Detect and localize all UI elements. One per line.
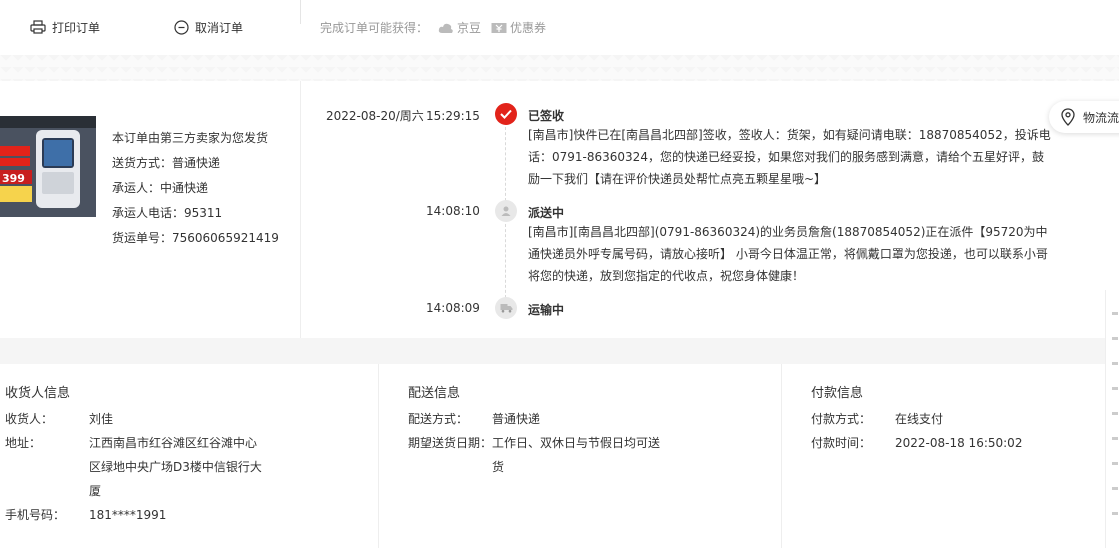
payment-method-row: 付款方式： 在线支付: [811, 407, 943, 431]
receiver-info: 收货人信息 收货人： 刘佳 地址： 江西南昌市红谷滩区红谷滩中心 区绿地中央广场…: [0, 364, 378, 548]
address-line: 江西南昌市红谷滩区红谷滩中心: [89, 436, 258, 450]
air-cooler-product-image: 399: [0, 116, 96, 217]
address-line: 区绿地中央广场D3楼中信银行大: [89, 460, 262, 474]
payment-time-row: 付款时间： 2022-08-18 16:50:02: [811, 431, 1022, 455]
payment-info: 付款信息 付款方式： 在线支付 付款时间： 2022-08-18 16:50:0…: [781, 364, 1119, 548]
ship-method: 送货方式：普通快递: [112, 156, 221, 170]
receiver-title: 收货人信息: [5, 386, 71, 401]
receiver-phone: 181****1991: [89, 508, 167, 522]
cancel-order-label: 取消订单: [195, 20, 244, 35]
timeline-connector: [505, 127, 506, 201]
carrier: 承运人：中通快递: [112, 181, 209, 195]
receiver-name-row: 收货人： 刘佳: [5, 407, 113, 431]
shipping-details: 本订单由第三方卖家为您发货 送货方式：普通快递 承运人：中通快递 承运人电话：9…: [112, 126, 279, 251]
courier-icon: [495, 200, 517, 222]
event-description: [南昌市]快件已在[南昌昌北四部]签收，签收人：货架，如有疑问请电联：18870…: [528, 128, 1051, 186]
svg-text:399: 399: [2, 172, 25, 185]
delivery-info: 配送信息 配送方式： 普通快递 期望送货日期： 工作日、双休日与节假日均可送 货: [378, 364, 781, 548]
payment-time: 2022-08-18 16:50:02: [895, 436, 1023, 450]
payment-method: 在线支付: [895, 412, 944, 426]
event-time: 14:08:10: [426, 204, 480, 218]
print-order-button[interactable]: 打印订单: [30, 18, 100, 36]
address-line: 厦: [89, 484, 102, 498]
receiver-address: 江西南昌市红谷滩区红谷滩中心 区绿地中央广场D3楼中信银行大 厦: [89, 431, 262, 503]
delivery-title: 配送信息: [408, 386, 461, 401]
divider: [300, 0, 301, 24]
expect-line: 货: [492, 460, 505, 474]
receiver-name: 刘佳: [89, 412, 114, 426]
location-pin-icon: [1061, 108, 1075, 126]
rewards-info: 完成订单可能获得： 京豆 优惠券: [320, 19, 546, 36]
event-description: [南昌市][南昌昌北四部](0791-86360324)的业务员詹詹(18870…: [528, 225, 1048, 283]
cancel-circle-icon: [174, 19, 189, 35]
reward-coupon-label: 优惠券: [510, 21, 547, 35]
logistics-flow-button[interactable]: 物流流: [1049, 101, 1119, 133]
receiver-address-row: 地址： 江西南昌市红谷滩区红谷滩中心 区绿地中央广场D3楼中信银行大 厦: [5, 431, 262, 503]
delivery-expect-label: 期望送货日期：: [408, 436, 493, 450]
seller-note: 本订单由第三方卖家为您发货: [112, 131, 269, 145]
cancel-order-button[interactable]: 取消订单: [174, 18, 243, 36]
rewards-label: 完成订单可能获得：: [320, 21, 429, 35]
delivery-expect-row: 期望送货日期： 工作日、双休日与节假日均可送 货: [408, 431, 660, 479]
carrier-phone: 承运人电话：95311: [112, 206, 223, 220]
reward-coupon[interactable]: 优惠券: [491, 19, 546, 36]
event-time: 14:08:09: [426, 301, 480, 315]
receiver-address-label: 地址：: [5, 436, 42, 450]
event-status: 派送中: [528, 206, 565, 220]
payment-time-label: 付款时间：: [811, 436, 872, 450]
expect-line: 工作日、双休日与节假日均可送: [492, 436, 661, 450]
print-order-label: 打印订单: [52, 20, 101, 35]
payment-method-label: 付款方式：: [811, 412, 872, 426]
order-action-bar: 打印订单 取消订单 完成订单可能获得： 京豆 优惠券: [0, 0, 1119, 55]
event-datetime: 2022-08-20/周六 15:29:15: [326, 107, 480, 124]
truck-icon: [495, 297, 517, 319]
receiver-name-label: 收货人：: [5, 412, 54, 426]
waybill-number: 货运单号：75606065921419: [112, 231, 279, 245]
product-thumbnail[interactable]: 399: [0, 116, 96, 217]
event-status: 运输中: [528, 303, 565, 317]
column-divider: [300, 81, 301, 338]
event-time: 15:29:15: [426, 109, 480, 123]
printer-icon: [30, 20, 46, 34]
event-date: 2022-08-20/周六: [326, 109, 424, 123]
reward-jingdou[interactable]: 京豆: [438, 19, 481, 36]
receiver-phone-row: 手机号码： 181****1991: [5, 503, 166, 527]
payment-title: 付款信息: [811, 386, 864, 401]
check-icon: [495, 103, 517, 125]
logistics-flow-label: 物流流: [1083, 110, 1119, 125]
timeline-connector: [505, 224, 506, 298]
floating-sidebar-edge[interactable]: [1105, 290, 1119, 548]
cloud-bean-icon: [438, 23, 453, 33]
coupon-icon: [491, 22, 507, 33]
delivery-method-label: 配送方式：: [408, 412, 469, 426]
order-info-section: 收货人信息 收货人： 刘佳 地址： 江西南昌市红谷滩区红谷滩中心 区绿地中央广场…: [0, 364, 1119, 548]
event-datetime: 14:08:10: [326, 204, 480, 218]
section-separator: [0, 55, 1119, 81]
delivery-method: 普通快递: [492, 412, 541, 426]
delivery-method-row: 配送方式： 普通快递: [408, 407, 540, 431]
logistics-section: 399 本订单由第三方卖家为您发货 送货方式：普通快递 承运人：中通快递 承运人…: [0, 81, 1119, 338]
receiver-phone-label: 手机号码：: [5, 508, 66, 522]
section-separator: [0, 338, 1119, 364]
event-datetime: 14:08:09: [326, 301, 480, 315]
reward-jingdou-label: 京豆: [457, 21, 482, 35]
delivery-expect: 工作日、双休日与节假日均可送 货: [492, 431, 660, 479]
event-status: 已签收: [528, 109, 565, 123]
